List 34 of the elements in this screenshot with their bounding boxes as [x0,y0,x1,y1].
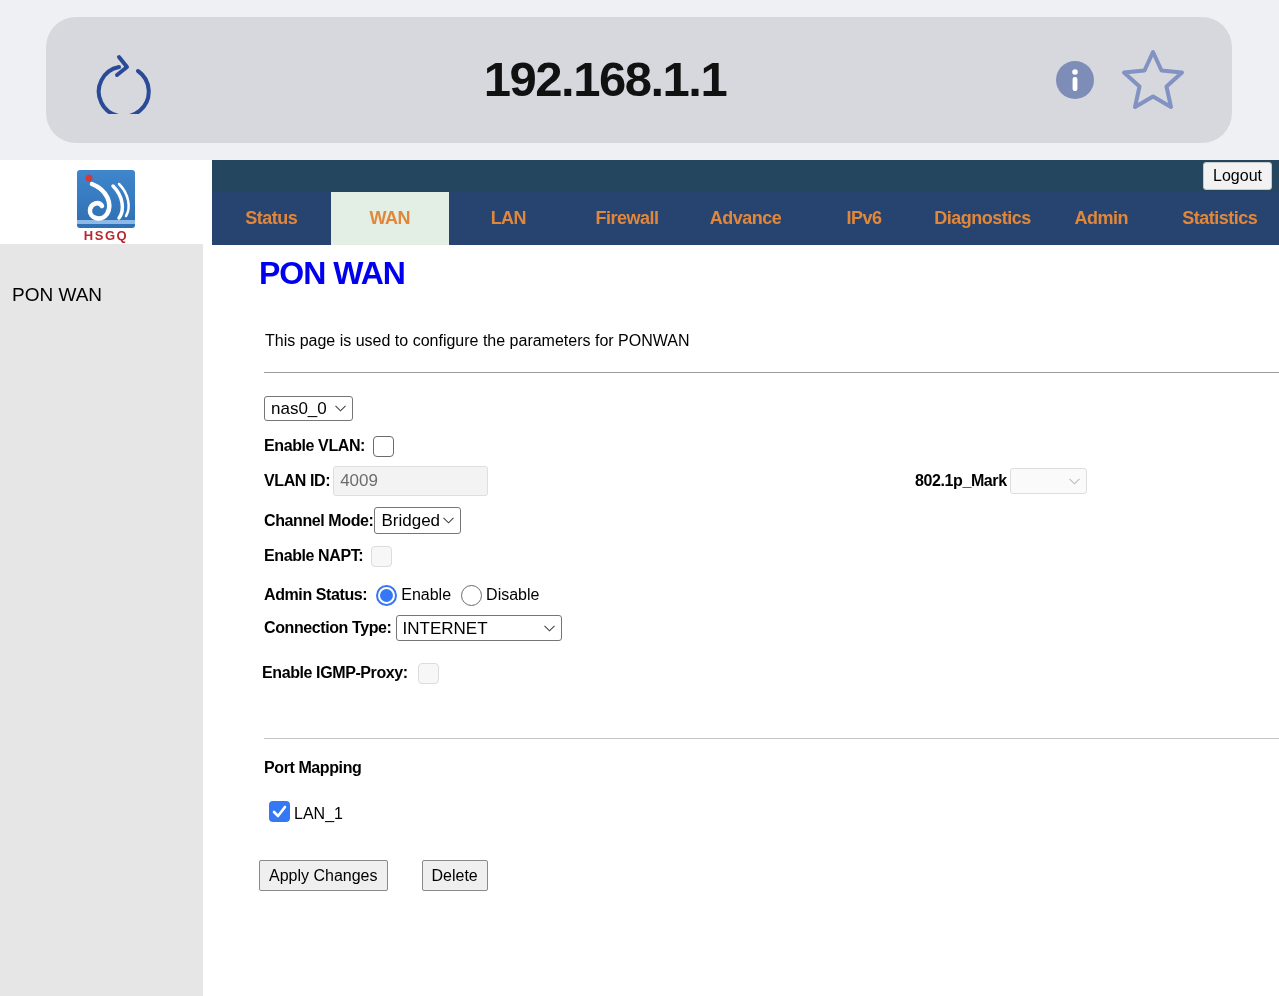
logout-button[interactable]: Logout [1203,162,1272,190]
field-label: VLAN ID: [264,471,331,491]
radio-label[interactable]: Disable [486,583,540,607]
url-text[interactable]: 192.168.1.1 [483,43,727,117]
chevron-icon [1068,477,1080,485]
field-label: Enable NAPT: [264,546,364,566]
interface-select[interactable]: nas0_0 [264,396,353,421]
star-icon[interactable] [1120,49,1186,111]
field-label: 802.1p_Mark [915,471,1007,491]
chevron-icon [543,624,555,632]
checkbox[interactable] [269,800,290,822]
field-label: Channel Mode: [264,510,374,531]
connection-type-select[interactable]: INTERNET [395,615,562,641]
section-heading: Port Mapping [264,758,362,778]
chevron-icon [443,517,455,524]
action-button[interactable]: Delete [421,860,488,891]
logo-icon [77,170,135,228]
field-label: Enable VLAN: [264,436,365,456]
action-button[interactable]: Apply Changes [259,860,388,891]
channel-mode-select[interactable]: Bridged [374,507,462,534]
chevron-icon [335,405,346,412]
field-label: Enable IGMP-Proxy: [262,663,408,683]
radio-label[interactable]: Enable [401,583,452,607]
field-label: Connection Type: [264,618,392,638]
checkbox[interactable] [373,435,394,457]
logo-text: HSGQ [83,229,129,243]
radio-button[interactable] [461,584,483,606]
port-label[interactable]: LAN_1 [294,802,343,826]
page-title: PON WAN [259,255,405,291]
field-label: Admin Status: [264,585,368,605]
radio-button[interactable] [376,584,398,606]
sidebar-item[interactable]: PON WAN [12,283,103,307]
page-description: This page is used to configure the parameters for PONWAN [265,331,690,351]
info-icon[interactable] [1056,61,1094,99]
